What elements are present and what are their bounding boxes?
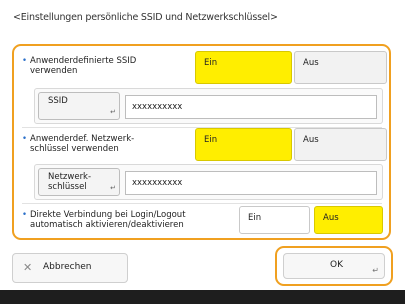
ssid-input[interactable]: xxxxxxxxxx	[125, 95, 377, 119]
ssid-field-row: SSID ↵ xxxxxxxxxx	[34, 88, 383, 124]
auto-connect-setting-label-line2: automatisch aktivieren/deaktivieren	[30, 220, 184, 230]
auto-connect-setting-label-line1: Direkte Verbindung bei Login/Logout	[30, 210, 186, 220]
ssid-setting-label: • Anwenderdefinierte SSID verwenden	[22, 56, 136, 76]
network-key-input[interactable]: xxxxxxxxxx	[125, 171, 377, 195]
corner-arrow-icon: ↵	[110, 108, 116, 116]
network-key-off-button[interactable]: Aus	[294, 128, 387, 161]
cancel-button-label: Abbrechen	[43, 262, 92, 272]
close-icon: ✕	[23, 261, 33, 274]
network-key-keyboard-button-label-line1: Netzwerk-	[48, 172, 92, 182]
network-key-keyboard-button-label-line2: schlüssel	[48, 182, 87, 192]
bullet-icon: •	[22, 134, 28, 144]
network-key-setting-label: • Anwenderdef. Netzwerk- schlüssel verwen…	[22, 134, 134, 154]
divider	[22, 203, 382, 204]
ok-button-focus-ring: OK ↵	[275, 246, 393, 286]
ssid-on-button[interactable]: Ein	[195, 51, 292, 84]
corner-arrow-icon: ↵	[110, 184, 116, 192]
ok-button[interactable]: OK ↵	[283, 253, 385, 279]
network-key-setting-label-line2: schlüssel verwenden	[30, 144, 119, 154]
bullet-icon: •	[22, 56, 28, 66]
page-title: <Einstellungen persönliche SSID und Netz…	[13, 12, 278, 23]
network-key-field-row: Netzwerk- schlüssel ↵ xxxxxxxxxx	[34, 164, 383, 200]
ssid-off-button[interactable]: Aus	[294, 51, 387, 84]
ssid-setting-label-line2: verwenden	[30, 66, 78, 76]
auto-connect-on-button[interactable]: Ein	[239, 206, 310, 234]
bottom-bar	[0, 290, 405, 304]
cancel-button[interactable]: ✕ Abbrechen	[12, 253, 128, 283]
ssid-setting-label-line1: Anwenderdefinierte SSID	[30, 56, 137, 66]
corner-arrow-icon: ↵	[372, 266, 379, 275]
network-key-on-button[interactable]: Ein	[195, 128, 292, 161]
bullet-icon: •	[22, 210, 28, 220]
ok-button-label: OK	[330, 260, 343, 270]
ssid-keyboard-button-label: SSID	[48, 96, 68, 106]
auto-connect-off-button[interactable]: Aus	[314, 206, 383, 234]
network-key-setting-label-line1: Anwenderdef. Netzwerk-	[30, 134, 135, 144]
settings-panel: • Anwenderdefinierte SSID verwenden Ein A…	[12, 44, 391, 240]
auto-connect-setting-label: • Direkte Verbindung bei Login/Logout aut…	[22, 210, 186, 230]
ssid-keyboard-button[interactable]: SSID ↵	[38, 92, 120, 120]
network-key-keyboard-button[interactable]: Netzwerk- schlüssel ↵	[38, 168, 120, 196]
